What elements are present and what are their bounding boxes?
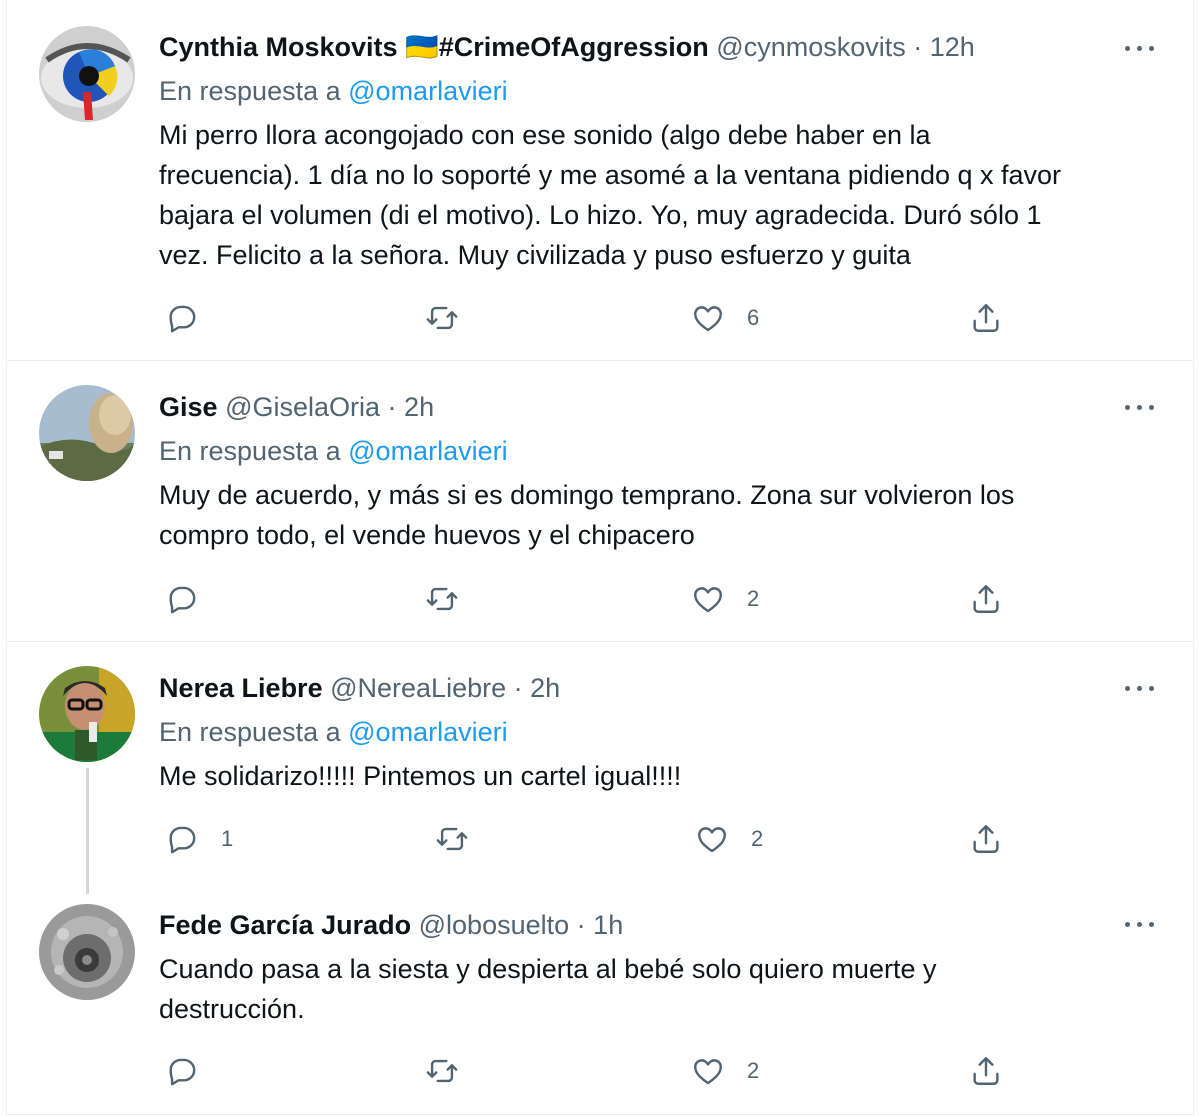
tweet-text-line: Me solidarizo!!!!! Pintemos un cartel ig…: [159, 761, 682, 791]
share-button[interactable]: [969, 1051, 1003, 1091]
author-handle[interactable]: @cynmoskovits: [716, 32, 905, 62]
like-button[interactable]: 2: [691, 1051, 759, 1091]
timestamp[interactable]: 2h: [404, 392, 434, 422]
tweet-divider: [7, 1114, 1193, 1115]
retweet-button[interactable]: [425, 1051, 481, 1091]
reply-count: 1: [221, 826, 234, 851]
more-icon[interactable]: [1123, 38, 1163, 58]
separator-dot: ·: [576, 910, 586, 940]
like-icon: [698, 827, 726, 853]
tweet-text: Me solidarizo!!!!! Pintemos un cartel ig…: [159, 756, 1169, 796]
timestamp[interactable]: 1h: [593, 910, 623, 940]
retweet-icon: [426, 306, 458, 330]
share-icon: [973, 585, 999, 613]
timestamp[interactable]: 2h: [530, 673, 560, 703]
retweet-button[interactable]: [425, 298, 481, 338]
author-handle[interactable]: @GiselaOria: [225, 392, 380, 422]
tweet-header: Gise @GiselaOria · 2h: [159, 390, 434, 424]
like-count: 2: [747, 1058, 760, 1083]
like-icon: [694, 306, 722, 332]
tweet-text-line: compro todo, el vende huevos y el chipac…: [159, 520, 695, 550]
tweet-actions: 6: [159, 298, 1019, 338]
like-button[interactable]: 6: [691, 298, 759, 338]
tweet-text: Muy de acuerdo, y más si es domingo temp…: [159, 475, 1169, 555]
reply-mention-link[interactable]: @omarlavieri: [348, 436, 507, 466]
share-button[interactable]: [969, 298, 1003, 338]
tweet-actions: 2: [159, 579, 1019, 619]
author-handle[interactable]: @lobosuelto: [419, 910, 570, 940]
retweet-icon: [436, 827, 468, 851]
reply-icon: [169, 586, 196, 614]
avatar[interactable]: [39, 385, 135, 481]
flag-icon: 🇺🇦: [405, 32, 439, 62]
retweet-button[interactable]: [435, 819, 491, 859]
reply-button[interactable]: [165, 1051, 221, 1091]
like-icon: [694, 587, 722, 613]
tweet-header: Nerea Liebre @NereaLiebre · 2h: [159, 671, 560, 705]
share-button[interactable]: [969, 579, 1003, 619]
timestamp[interactable]: 12h: [930, 32, 975, 62]
reply-prefix: En respuesta a: [159, 717, 341, 747]
author-name[interactable]: Fede García Jurado: [159, 910, 411, 940]
tweet-text: Cuando pasa a la siesta y despierta al b…: [159, 949, 1169, 1029]
author-handle[interactable]: @NereaLiebre: [330, 673, 506, 703]
reply-context: En respuesta a @omarlavieri: [159, 434, 508, 468]
tweet-actions: 1 2: [159, 819, 1019, 859]
retweet-button[interactable]: [425, 579, 481, 619]
tweet-text-line: frecuencia). 1 día no lo soporté y me as…: [159, 160, 1062, 190]
like-count: 2: [747, 586, 760, 611]
tweet[interactable]: Gise @GiselaOria · 2h En respuesta a @om…: [7, 361, 1193, 641]
more-icon[interactable]: [1123, 914, 1163, 934]
retweet-icon: [426, 587, 458, 611]
reply-button[interactable]: [165, 579, 221, 619]
reply-icon: [169, 305, 196, 333]
tweet-text-line: vez. Felicito a la señora. Muy civilizad…: [159, 240, 911, 270]
reply-mention-link[interactable]: @omarlavieri: [348, 76, 507, 106]
reply-icon: [169, 826, 196, 854]
tweet[interactable]: Cynthia Moskovits 🇺🇦#CrimeOfAggression @…: [7, 0, 1193, 360]
author-name[interactable]: Nerea Liebre: [159, 673, 323, 703]
reply-button[interactable]: [165, 298, 221, 338]
reply-icon: [169, 1058, 196, 1086]
avatar[interactable]: [39, 26, 135, 122]
reply-prefix: En respuesta a: [159, 436, 341, 466]
share-icon: [973, 825, 999, 853]
reply-context: En respuesta a @omarlavieri: [159, 715, 508, 749]
tweet-actions: 2: [159, 1051, 1019, 1091]
share-icon: [973, 304, 999, 332]
author-name[interactable]: Cynthia Moskovits: [159, 32, 398, 62]
share-icon: [973, 1057, 999, 1085]
tweet-header: Cynthia Moskovits 🇺🇦#CrimeOfAggression @…: [159, 30, 975, 64]
more-icon[interactable]: [1123, 397, 1163, 417]
separator-dot: ·: [913, 32, 923, 62]
tweet[interactable]: Fede García Jurado @lobosuelto · 1h Cuan…: [7, 892, 1193, 1114]
reply-button[interactable]: 1: [165, 819, 233, 859]
tweet-text-line: bajara el volumen (di el motivo). Lo hiz…: [159, 200, 1042, 230]
more-icon[interactable]: [1123, 678, 1163, 698]
avatar[interactable]: [39, 904, 135, 1000]
like-icon: [694, 1059, 722, 1085]
reply-context: En respuesta a @omarlavieri: [159, 74, 508, 108]
tweet[interactable]: Nerea Liebre @NereaLiebre · 2h En respue…: [7, 642, 1193, 892]
share-button[interactable]: [969, 819, 1003, 859]
reply-feed: Cynthia Moskovits 🇺🇦#CrimeOfAggression @…: [6, 0, 1194, 1116]
like-count: 2: [751, 826, 764, 851]
reply-mention-link[interactable]: @omarlavieri: [348, 717, 507, 747]
tweet-text-line: destrucción.: [159, 994, 305, 1024]
like-button[interactable]: 2: [695, 819, 763, 859]
tweet-text-line: Mi perro llora acongojado con ese sonido…: [159, 120, 931, 150]
tweet-text: Mi perro llora acongojado con ese sonido…: [159, 115, 1169, 275]
avatar[interactable]: [39, 666, 135, 762]
like-count: 6: [747, 305, 760, 330]
tweet-text-line: Muy de acuerdo, y más si es domingo temp…: [159, 480, 1015, 510]
reply-prefix: En respuesta a: [159, 76, 341, 106]
author-name[interactable]: Gise: [159, 392, 218, 422]
separator-dot: ·: [513, 673, 523, 703]
retweet-icon: [426, 1059, 458, 1083]
separator-dot: ·: [387, 392, 397, 422]
author-name-tag[interactable]: #CrimeOfAggression: [439, 32, 709, 62]
tweet-header: Fede García Jurado @lobosuelto · 1h: [159, 908, 623, 942]
tweet-text-line: Cuando pasa a la siesta y despierta al b…: [159, 954, 937, 984]
like-button[interactable]: 2: [691, 579, 759, 619]
